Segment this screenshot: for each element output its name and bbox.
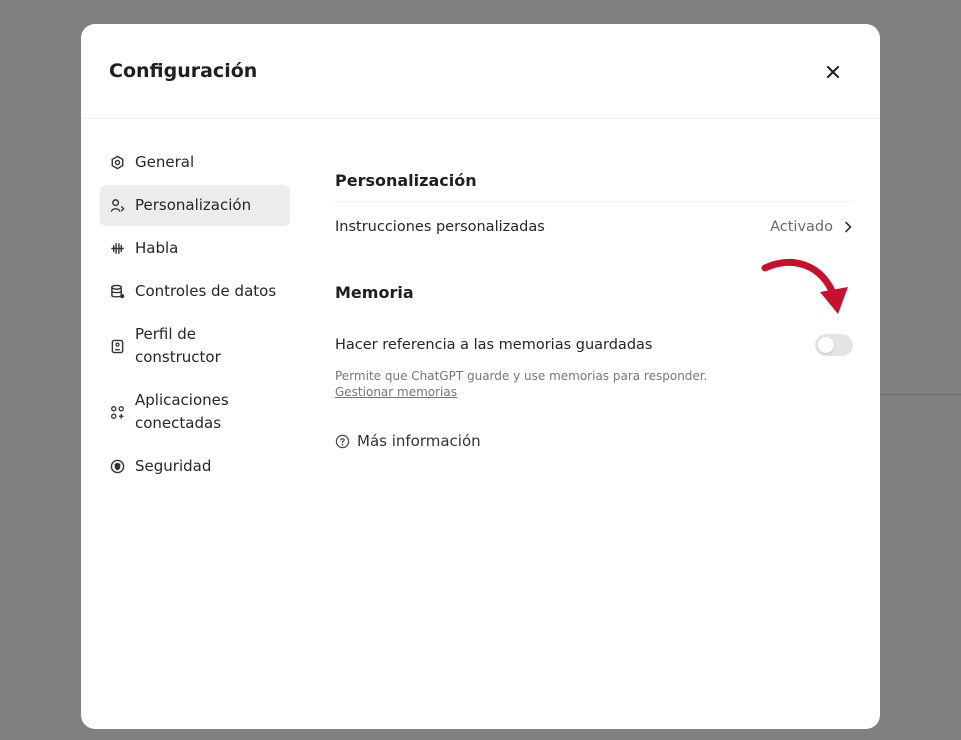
personalization-heading: Personalización [335, 171, 477, 190]
apps-icon [109, 389, 125, 435]
more-info-link[interactable]: Más información [335, 432, 855, 450]
database-icon [109, 280, 125, 303]
manage-memories-link[interactable]: Gestionar memorias [335, 385, 855, 399]
sidebar-item-builder-profile[interactable]: Perfil de constructor [100, 314, 290, 378]
memory-help-text: Permite que ChatGPT guarde y use memoria… [335, 369, 708, 383]
custom-instructions-row[interactable]: Instrucciones personalizadas Activado [335, 219, 855, 235]
toggle-knob [818, 337, 834, 353]
reference-memories-row: Hacer referencia a las memorias guardada… [335, 334, 855, 356]
sidebar-item-data-controls[interactable]: Controles de datos [100, 271, 290, 312]
sidebar-item-label: Personalización [135, 196, 252, 214]
chevron-right-icon [845, 221, 852, 233]
sidebar-item-label: Seguridad [135, 457, 212, 475]
more-info-label: Más información [357, 432, 481, 450]
sidebar-item-label-line2: conectadas [135, 414, 222, 432]
id-card-icon [109, 323, 125, 369]
modal-title: Configuración [109, 60, 258, 82]
background-divider [880, 394, 961, 395]
modal-header: Configuración [81, 24, 880, 119]
sidebar-item-label: General [135, 153, 195, 171]
sidebar-item-label-line2: constructor [135, 348, 221, 366]
sidebar-item-security[interactable]: Seguridad [100, 446, 290, 487]
sidebar-item-label-line1: Aplicaciones [135, 391, 229, 409]
close-button[interactable] [821, 60, 845, 84]
help-circle-icon [335, 434, 350, 448]
sidebar-item-label: Controles de datos [135, 282, 277, 300]
reference-memories-toggle[interactable] [815, 334, 853, 356]
sidebar-item-label: Aplicaciones conectadas [135, 389, 229, 435]
sidebar-item-general[interactable]: General [100, 142, 290, 183]
custom-instructions-status: Activado [770, 219, 833, 235]
sidebar-item-speech[interactable]: Habla [100, 228, 290, 269]
annotation-arrow-icon [761, 258, 848, 314]
sidebar-item-label-line1: Perfil de [135, 325, 197, 343]
custom-instructions-label: Instrucciones personalizadas [335, 219, 545, 235]
settings-modal: Configuración General Personalización Ha… [81, 24, 880, 729]
section-divider [335, 201, 855, 202]
shield-icon [109, 455, 125, 478]
waveform-icon [109, 237, 125, 260]
settings-sidebar: General Personalización Habla Controles … [100, 142, 290, 489]
reference-memories-label: Hacer referencia a las memorias guardada… [335, 337, 653, 353]
sidebar-item-label: Perfil de constructor [135, 323, 221, 369]
sidebar-item-personalization[interactable]: Personalización [100, 185, 290, 226]
gear-icon [109, 151, 125, 174]
sidebar-item-label: Habla [135, 239, 179, 257]
sidebar-item-connected-apps[interactable]: Aplicaciones conectadas [100, 380, 290, 444]
person-icon [109, 194, 125, 217]
close-icon [827, 66, 839, 78]
